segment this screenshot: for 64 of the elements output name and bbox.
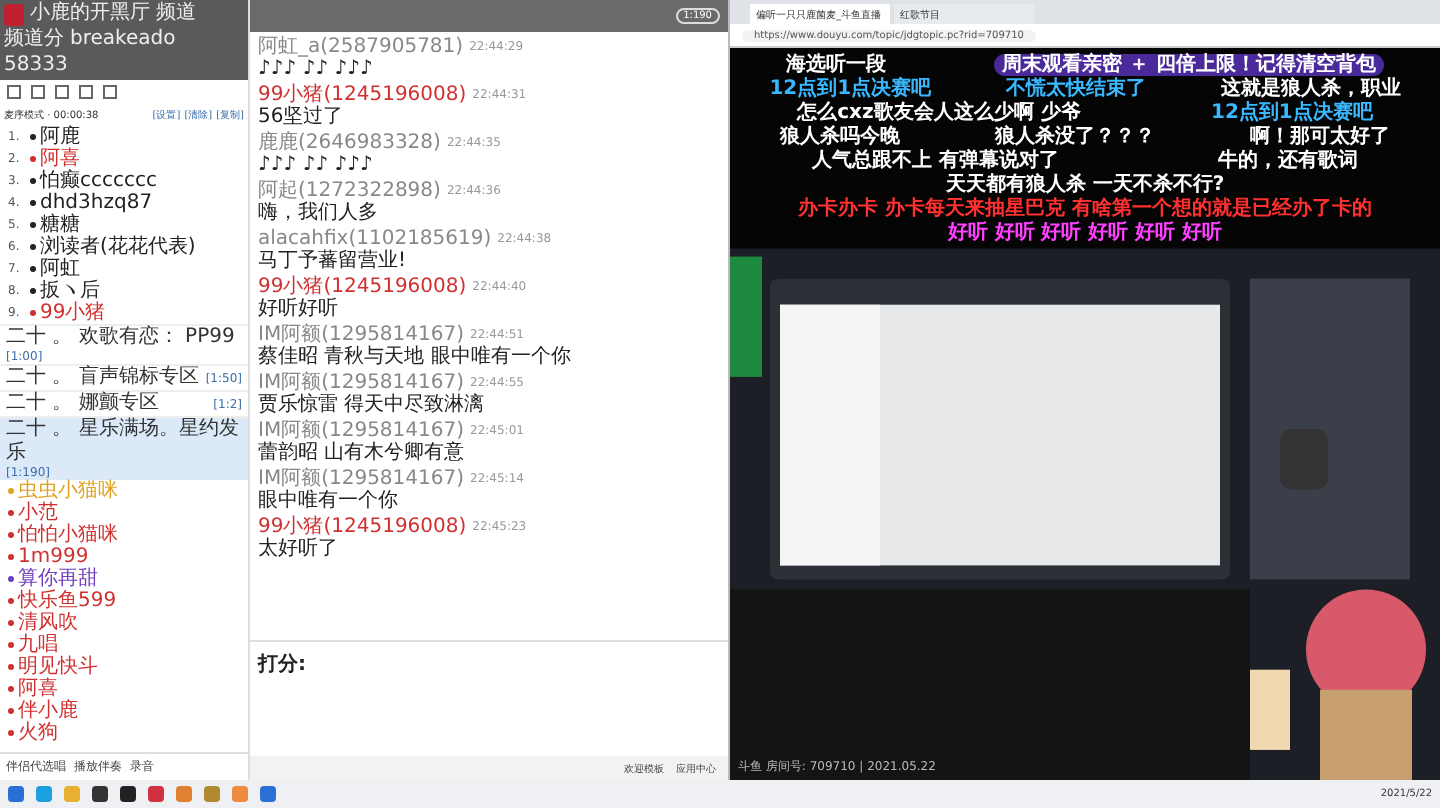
- member-name[interactable]: 明见快斗: [18, 656, 98, 678]
- member-name[interactable]: 小范: [18, 502, 58, 524]
- member-name[interactable]: 算你再甜: [18, 568, 98, 590]
- danmaku-text: 牛的，还有歌词: [1218, 150, 1359, 172]
- sender-name[interactable]: 阿虹_a(2587905781): [258, 36, 464, 58]
- danmaku-text: 这就是狼人杀，职业: [1220, 78, 1401, 100]
- search-icon[interactable]: [102, 84, 118, 100]
- member-name[interactable]: 九唱: [18, 634, 58, 656]
- danmaku-text: 天天都有狼人杀 一天不杀不行?: [945, 174, 1225, 196]
- member-name[interactable]: 阿喜: [18, 678, 58, 700]
- queue-user[interactable]: 糖糖: [40, 214, 80, 236]
- queue-user[interactable]: 99小猪: [40, 302, 106, 324]
- message-text: 贾乐惊雷 得天中尽致淋漓: [258, 394, 487, 418]
- danmaku-text: 啊！那可太好了: [1250, 126, 1391, 148]
- sender-name[interactable]: 阿起(1272322898): [258, 180, 441, 202]
- queue-user[interactable]: 浏读者(花花代表): [40, 236, 196, 258]
- message-text: 马丁予蕃留营业!: [258, 250, 409, 274]
- danmaku-text: 不慌太快结束了: [1005, 78, 1146, 100]
- nav-link[interactable]: 频道分: [4, 28, 64, 52]
- sender-name[interactable]: 99小猪(1245196008): [258, 516, 467, 538]
- danmaku-text: 好听 好听 好听 好听 好听 好听: [947, 222, 1223, 244]
- message-text: ♪♪♪ ♪♪ ♪♪♪: [258, 58, 375, 82]
- message-text: 好听好听: [258, 298, 340, 322]
- danmaku-text: 人气总跟不上 有弹幕说对了: [811, 150, 1059, 172]
- queue-user[interactable]: 阿鹿: [40, 126, 80, 148]
- danmaku-text: 海选听一段: [786, 54, 886, 76]
- sender-name[interactable]: 鹿鹿(2646983328): [258, 132, 441, 154]
- nav-link[interactable]: breakeado: [70, 28, 176, 52]
- promo-banner: 周末观看亲密 ＋ 四倍上限！记得清空背包: [994, 54, 1384, 76]
- danmaku-text: 12点到1点决赛吧: [1211, 102, 1373, 124]
- user-count: 58333: [4, 54, 68, 78]
- message-text: 蔡佳昭 青秋与天地 眼中唯有一个你: [258, 346, 573, 370]
- danmaku-text: 怎么cxz歌友会人这么少啊 少爷: [797, 102, 1081, 124]
- danmaku-text: 狼人杀没了？？？: [994, 126, 1155, 148]
- member-name[interactable]: 怕怕小猫咪: [18, 524, 118, 546]
- member-name[interactable]: 1m999: [18, 546, 89, 568]
- app-logo: [4, 3, 24, 25]
- member-name[interactable]: 火狗: [18, 722, 58, 744]
- danmaku-text: 办卡办卡 办卡每天来抽星巴克 有啥第一个想的就是已经办了卡的: [798, 198, 1372, 220]
- queue-user[interactable]: 阿虹: [40, 258, 80, 280]
- nav-link[interactable]: 频道: [156, 2, 196, 26]
- queue-user[interactable]: dhd3hzq87: [40, 192, 153, 214]
- message-text: 嗨，我们人多: [258, 202, 380, 226]
- sender-name[interactable]: IM阿额(1295814167): [258, 420, 465, 442]
- sender-name[interactable]: IM阿额(1295814167): [258, 372, 465, 394]
- sender-name[interactable]: IM阿额(1295814167): [258, 468, 465, 490]
- member-name[interactable]: 伴小鹿: [18, 700, 78, 722]
- sender-name[interactable]: 99小猪(1245196008): [258, 84, 467, 106]
- queue-user[interactable]: 扳ヽ后: [40, 280, 100, 302]
- sender-name[interactable]: IM阿额(1295814167): [258, 324, 465, 346]
- queue-user[interactable]: 阿喜: [40, 148, 80, 170]
- app-title: 小鹿的开黑厅: [30, 2, 150, 26]
- sender-name[interactable]: alacahfix(1102185619): [258, 228, 492, 250]
- sender-name[interactable]: 99小猪(1245196008): [258, 276, 467, 298]
- message-text: 蕾韵昭 山有木兮卿有意: [258, 442, 467, 466]
- danmaku-text: 狼人杀吗今晚: [779, 126, 900, 148]
- message-text: 眼中唯有一个你: [258, 490, 400, 514]
- danmaku-text: 12点到1点决赛吧: [769, 78, 932, 100]
- message-text: ♪♪♪ ♪♪ ♪♪♪: [258, 154, 375, 178]
- message-text: 太好听了: [258, 538, 340, 562]
- queue-user[interactable]: 怕癫ccccccc: [40, 170, 157, 192]
- message-text: 56坚过了: [258, 106, 346, 130]
- member-name[interactable]: 快乐鱼599: [18, 590, 117, 612]
- member-name[interactable]: 清风吹: [18, 612, 78, 634]
